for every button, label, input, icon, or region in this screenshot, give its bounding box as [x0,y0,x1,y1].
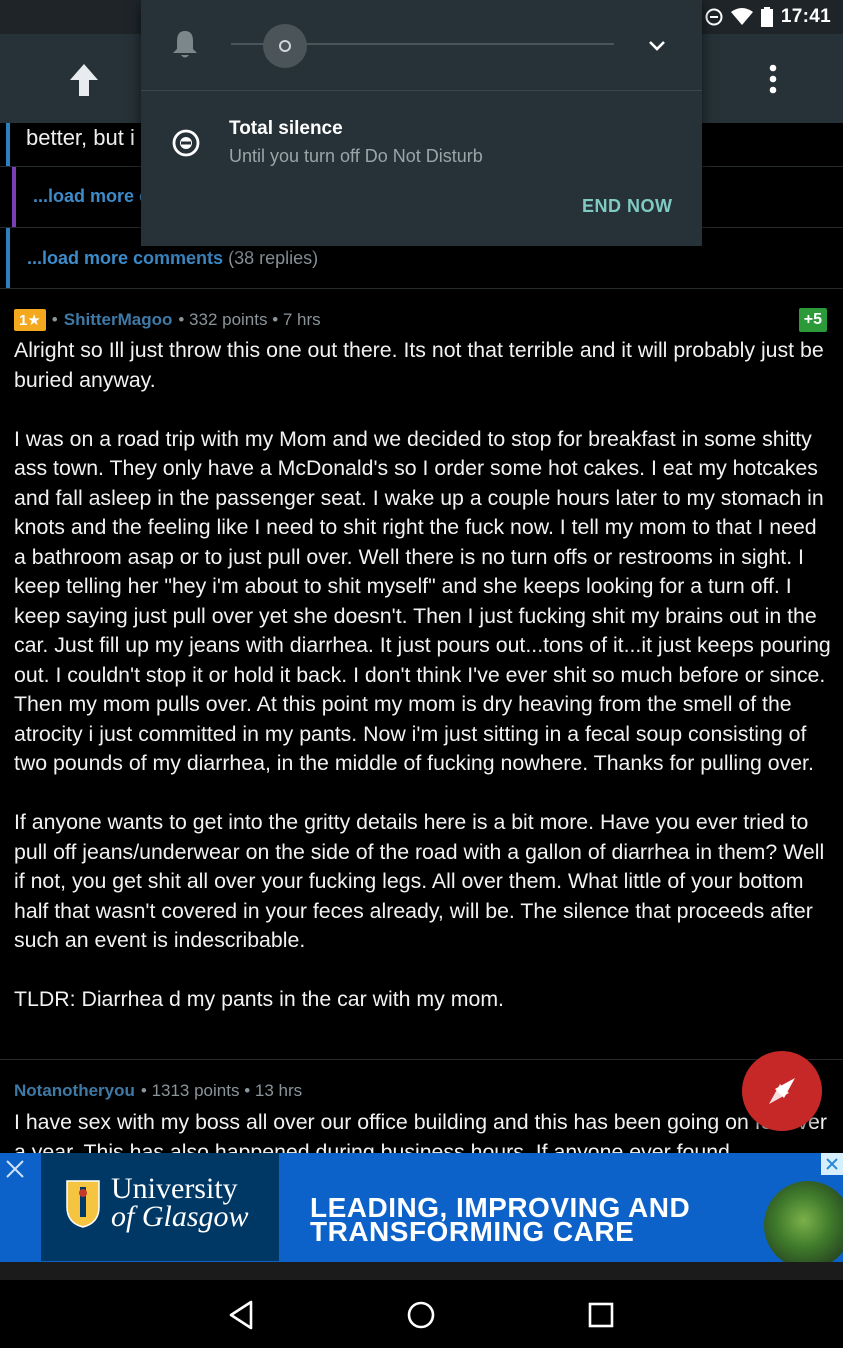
comment-paragraph: I was on a road trip with my Mom and we … [14,426,831,776]
comment-points-time: • 1313 points • 13 hrs [140,1081,303,1100]
depth-indicator [12,167,16,227]
ad-logo-text: University of Glasgow [111,1172,249,1233]
status-time: 17:41 [780,6,831,27]
comment-points-time: • 332 points • 7 hrs [178,310,321,329]
slider-thumb-dot [279,40,291,52]
home-nav-icon[interactable] [401,1295,441,1335]
chevron-down-icon[interactable] [647,36,667,56]
bell-icon[interactable] [170,28,200,60]
comment-paragraph: If anyone wants to get into the gritty d… [14,810,825,952]
dnd-mode-subtitle: Until you turn off Do Not Disturb [229,146,483,166]
comment-paragraph: TLDR: Diarrhea d my pants in the car wit… [14,987,504,1011]
status-icons: 17:41 [705,6,831,28]
comment-body[interactable]: Alright so Ill just throw this one out t… [14,336,832,1044]
meta-separator: • [51,310,58,329]
ad-slogan-line: TRANSFORMING CARE [310,1216,635,1247]
navigate-fab[interactable] [742,1051,822,1131]
dnd-mode-title: Total silence [229,118,343,139]
comment-thread: better, but i ...load more c ...load mor… [0,123,843,1153]
university-crest-icon [66,1180,100,1228]
recents-nav-icon[interactable] [581,1295,621,1335]
minus-circle-icon [172,129,200,157]
back-nav-icon[interactable] [222,1295,262,1335]
do-not-disturb-panel: Total silence Until you turn off Do Not … [141,0,702,246]
volume-slider-thumb[interactable] [263,24,307,68]
rank-badge: 1★ [14,309,46,331]
compass-icon [769,1078,795,1104]
dnd-status-icon [705,8,723,26]
adchoices-icon[interactable] [821,1153,843,1175]
depth-indicator [6,228,10,288]
comment-paragraph: Alright so Ill just throw this one out t… [14,338,824,392]
comment-body[interactable]: I have sex with my boss all over our off… [14,1108,832,1153]
comment-paragraph: I have sex with my boss all over our off… [14,1110,827,1153]
ad-banner[interactable]: University of Glasgow LEADING, IMPROVING… [0,1153,843,1269]
comment-divider [0,1059,843,1060]
arrow-up-icon[interactable] [64,60,104,100]
ad-footer-strip [0,1262,843,1280]
load-more-link[interactable]: ...load more c [33,186,149,207]
score-delta-badge: +5 [798,308,827,332]
load-more-link[interactable]: ...load more comments (38 replies) [27,248,318,269]
reply-count: (38 replies) [228,248,319,268]
close-icon[interactable] [4,1158,26,1180]
comment-meta: Notanotheryou • 1313 points • 13 hrs [14,1079,302,1103]
ad-logo-line: University [111,1172,238,1205]
end-now-button[interactable]: END NOW [582,196,673,217]
battery-icon [760,7,773,27]
load-more-label: ...load more comments [27,248,224,268]
depth-indicator [6,123,10,166]
ad-photo [764,1181,843,1269]
comment-author[interactable]: ShitterMagoo [64,310,173,330]
wifi-icon [730,8,753,25]
ad-slogan: LEADING, IMPROVING AND TRANSFORMING CARE [310,1194,690,1247]
reply-text: better, but i [26,125,135,150]
system-nav-bar [0,1280,843,1348]
comment-author[interactable]: Notanotheryou [14,1081,135,1101]
ad-logo-line: of Glasgow [111,1200,249,1233]
panel-divider [141,90,702,91]
comment-meta: 1★ • ShitterMagoo • 332 points • 7 hrs [14,308,321,332]
overflow-menu-icon[interactable] [769,64,777,94]
ad-logo-panel: University of Glasgow [41,1153,279,1261]
